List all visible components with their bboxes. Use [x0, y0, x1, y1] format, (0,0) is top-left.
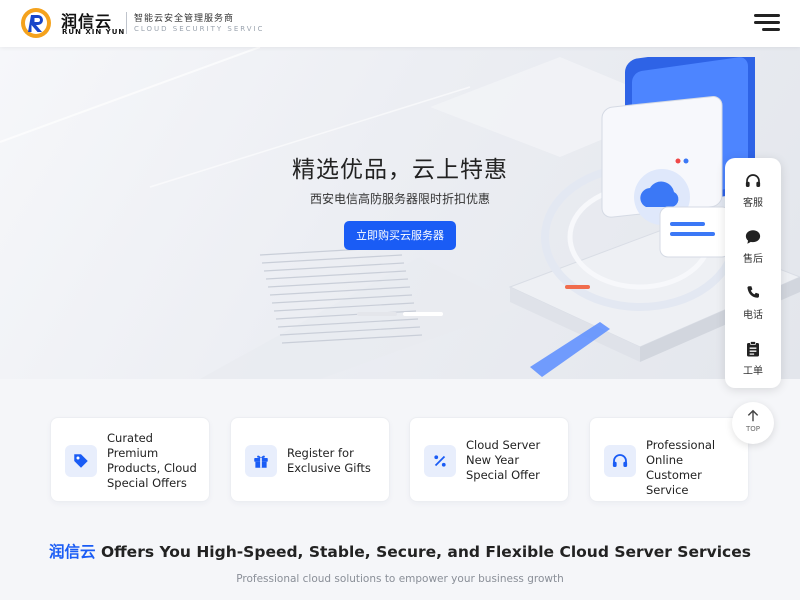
slogan-cn: 智能云安全管理服务商 — [134, 14, 235, 24]
feature-card-text: Curated Premium Products, Cloud Special … — [107, 431, 197, 490]
carousel-dot-1[interactable] — [357, 312, 397, 316]
feature-card-text: Register for Exclusive Gifts — [287, 446, 371, 475]
logo-icon[interactable] — [20, 7, 52, 39]
feature-card-new-year-offer[interactable]: Cloud Server New Year Special Offer — [409, 417, 569, 502]
floating-service-bar: 客服 售后 电话 工单 — [725, 158, 781, 388]
hero-subtitle: 西安电信高防服务器限时折扣优惠 — [309, 192, 490, 206]
back-to-top-button[interactable]: TOP — [732, 402, 774, 444]
section-title: 润信云 Offers You High-Speed, Stable, Secur… — [0, 540, 800, 562]
section-subtitle: Professional cloud solutions to empower … — [236, 573, 564, 585]
clipboard-icon — [747, 341, 759, 357]
feature-card-customer-service[interactable]: Professional Online Customer Service — [589, 417, 749, 502]
feature-card-text: Professional Online Customer Service — [646, 438, 716, 497]
customer-service-label: 客服 — [743, 198, 763, 209]
hero-title: 精选优品，云上特惠 — [292, 157, 508, 183]
section-title-text: Offers You High-Speed, Stable, Secure, a… — [95, 543, 751, 561]
logo-divider — [126, 12, 127, 34]
feature-card-text: Cloud Server New Year Special Offer — [466, 438, 541, 482]
hamburger-menu-icon[interactable] — [750, 12, 782, 34]
tag-icon — [65, 445, 97, 477]
headset-icon — [745, 174, 761, 187]
phone-button[interactable]: 电话 — [731, 276, 775, 324]
chat-bubble-icon — [745, 230, 761, 244]
feature-card-register-gifts[interactable]: Register for Exclusive Gifts — [230, 417, 390, 502]
percent-icon — [424, 445, 456, 477]
phone-label: 电话 — [743, 310, 763, 321]
work-order-label: 工单 — [743, 366, 763, 377]
gift-icon — [245, 445, 277, 477]
headset-icon — [604, 445, 636, 477]
arrow-up-icon — [747, 409, 759, 422]
carousel-dot-2-active[interactable] — [403, 312, 443, 316]
after-sales-label: 售后 — [743, 254, 763, 265]
hero-banner: 精选优品，云上特惠 西安电信高防服务器限时折扣优惠 立即购买云服务器 — [0, 47, 800, 379]
back-to-top-label: TOP — [745, 425, 760, 433]
work-order-button[interactable]: 工单 — [731, 332, 775, 380]
hero-paper-lines — [259, 247, 423, 344]
buy-cloud-server-button[interactable]: 立即购买云服务器 — [344, 221, 456, 250]
phone-icon — [747, 286, 759, 298]
slogan-en: CLOUD SECURITY SERVICE — [134, 25, 262, 33]
logo-text-en[interactable]: RUN XIN YUN — [62, 28, 125, 36]
after-sales-button[interactable]: 售后 — [731, 220, 775, 268]
customer-service-button[interactable]: 客服 — [731, 164, 775, 212]
section-title-brand: 润信云 — [49, 543, 96, 561]
feature-card-curated-products[interactable]: Curated Premium Products, Cloud Special … — [50, 417, 210, 502]
site-header: 润信云 RUN XIN YUN 智能云安全管理服务商 CLOUD SECURIT… — [0, 0, 800, 47]
